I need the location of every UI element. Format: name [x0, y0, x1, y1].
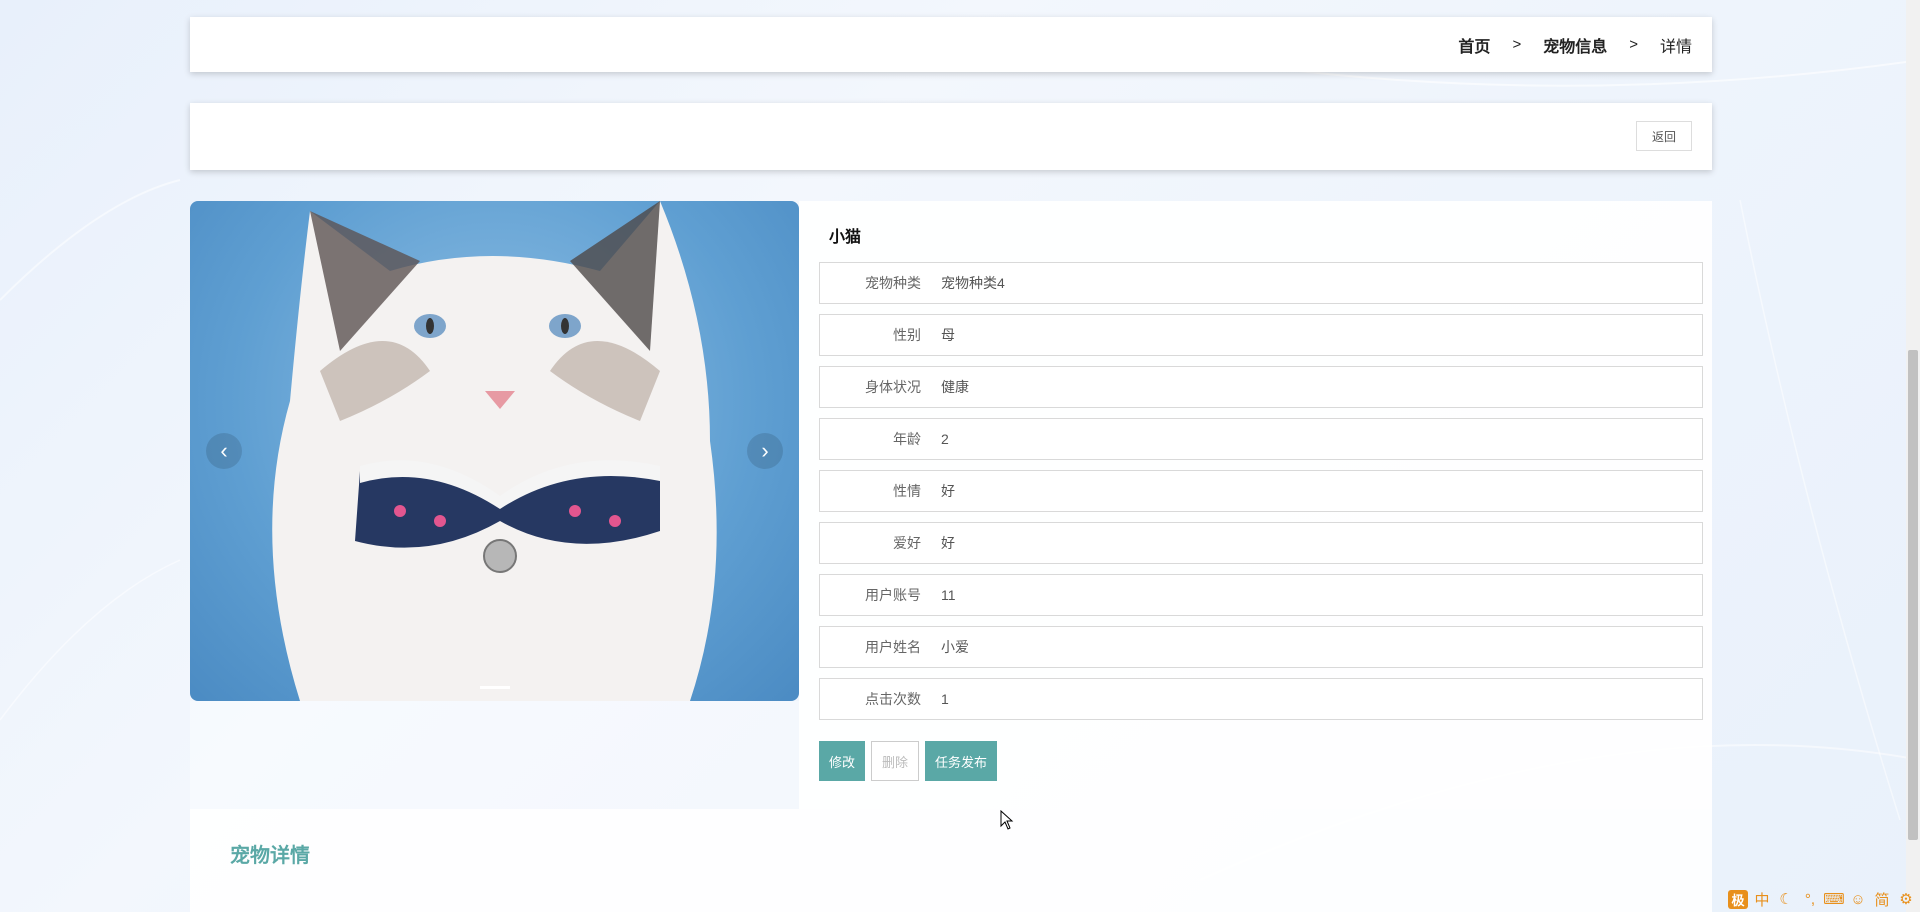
mouse-cursor-icon — [1000, 810, 1014, 830]
field-label: 年龄 — [893, 431, 921, 447]
breadcrumb-separator: > — [1629, 36, 1638, 53]
delete-button[interactable]: 删除 — [871, 741, 920, 781]
field-row: 点击次数 1 — [819, 678, 1703, 720]
punctuation-icon[interactable]: °, — [1800, 891, 1820, 908]
field-label: 性情 — [893, 483, 921, 499]
field-label: 爱好 — [893, 535, 921, 551]
carousel-indicator[interactable] — [480, 686, 510, 689]
detail-title: 宠物详情 — [230, 845, 310, 867]
field-value: 母 — [941, 327, 955, 343]
field-value: 小爱 — [941, 639, 969, 655]
action-buttons: 修改 删除 任务发布 — [819, 741, 998, 781]
pet-image-carousel[interactable]: ‹ › — [190, 201, 799, 701]
user-icon[interactable]: ☺ — [1848, 891, 1868, 908]
field-row: 性情 好 — [819, 470, 1703, 512]
field-label: 身体状况 — [865, 379, 921, 395]
keyboard-icon[interactable]: ⌨ — [1823, 890, 1845, 908]
field-row: 身体状况 健康 — [819, 366, 1703, 408]
breadcrumb-section[interactable]: 宠物信息 — [1543, 33, 1607, 57]
field-label: 宠物种类 — [865, 275, 921, 291]
scrollbar-thumb[interactable] — [1908, 350, 1918, 840]
carousel-next-button[interactable]: › — [747, 433, 783, 469]
carousel-prev-button[interactable]: ‹ — [206, 433, 242, 469]
page-scrollbar[interactable] — [1906, 0, 1920, 912]
field-value: 好 — [941, 483, 955, 499]
field-value: 1 — [941, 691, 949, 707]
pet-name: 小猫 — [829, 229, 862, 246]
cat-photo — [272, 201, 717, 701]
field-value: 健康 — [941, 379, 969, 395]
ime-logo[interactable]: 极 — [1728, 889, 1748, 909]
ime-toolbar[interactable]: 极 中 ☾ °, ⌨ ☺ 简 ⚙ — [1728, 888, 1916, 910]
publish-task-button[interactable]: 任务发布 — [925, 741, 998, 781]
field-value: 11 — [941, 587, 956, 603]
breadcrumb-home[interactable]: 首页 — [1458, 33, 1490, 57]
field-value: 好 — [941, 535, 955, 551]
settings-icon[interactable]: ⚙ — [1896, 890, 1916, 908]
ime-mode[interactable]: 中 — [1752, 889, 1772, 910]
breadcrumb-current: 详情 — [1659, 38, 1692, 56]
field-value: 2 — [941, 431, 949, 447]
field-row: 爱好 好 — [819, 522, 1703, 564]
pet-fields: 宠物种类 宠物种类4 性别母 身体状况 健康 年龄 2 性情好 爱好好 用户账号 11 … — [819, 262, 1703, 730]
field-value: 宠物种类4 — [941, 275, 1005, 291]
pet-detail-section: 宠物详情 — [190, 809, 1712, 912]
field-label: 性别 — [893, 327, 921, 343]
field-row: 性别 母 — [819, 314, 1703, 356]
breadcrumb: 首页 > 宠物信息 > 详情 — [190, 17, 1712, 72]
field-row: 用户账号 11 — [819, 574, 1703, 616]
back-button[interactable]: 返回 — [1636, 121, 1692, 151]
ime-simplified[interactable]: 简 — [1872, 889, 1892, 910]
edit-button[interactable]: 修改 — [819, 741, 866, 781]
field-label: 用户姓名 — [865, 639, 921, 655]
pet-info-panel: 小猫 宠物种类 宠物种类4 性别母 身体状况 健康 年龄 2 性情好 爱好好 用户账号… — [799, 201, 1712, 809]
action-bar: 返回 — [190, 103, 1712, 170]
field-label: 点击次数 — [865, 691, 921, 707]
field-row: 用户姓名 小爱 — [819, 626, 1703, 668]
field-row: 宠物种类 宠物种类4 — [819, 262, 1703, 304]
field-row: 年龄 2 — [819, 418, 1703, 460]
field-label: 用户账号 — [865, 587, 921, 603]
breadcrumb-separator: > — [1512, 36, 1522, 53]
gallery-spacer — [190, 701, 799, 809]
moon-icon[interactable]: ☾ — [1776, 890, 1796, 908]
